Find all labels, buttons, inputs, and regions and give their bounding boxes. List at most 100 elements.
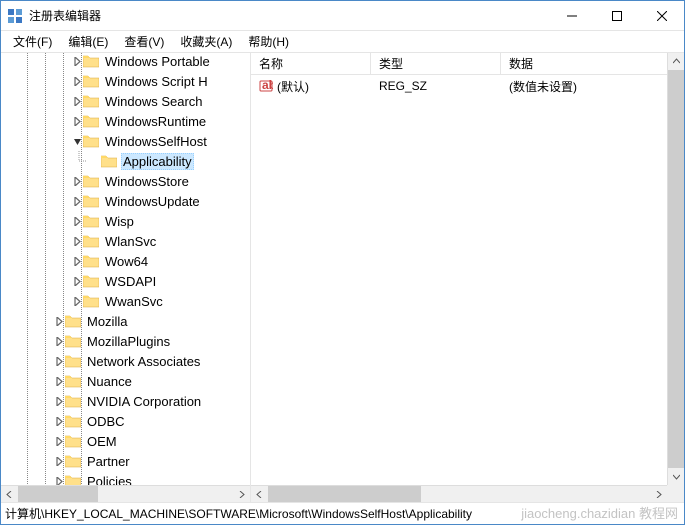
col-name[interactable]: 名称 — [251, 53, 371, 74]
tree-node[interactable]: Wisp — [1, 211, 212, 231]
scroll-right-button[interactable] — [650, 486, 667, 503]
menu-file[interactable]: 文件(F) — [5, 31, 60, 52]
expander-closed-icon[interactable] — [71, 235, 83, 247]
tree-node-label: Policies — [85, 474, 134, 486]
tree-node-label: WSDAPI — [103, 274, 158, 289]
scroll-corner — [667, 485, 684, 502]
tree-node[interactable]: WlanSvc — [1, 231, 212, 251]
svg-text:ab: ab — [262, 79, 273, 92]
expander-closed-icon[interactable] — [53, 475, 65, 485]
menu-help[interactable]: 帮助(H) — [240, 31, 297, 52]
folder-icon — [83, 294, 99, 308]
tree-node[interactable]: WSDAPI — [1, 271, 212, 291]
folder-icon — [83, 254, 99, 268]
chevron-right-icon — [655, 491, 662, 498]
folder-icon — [83, 274, 99, 288]
tree-node[interactable]: WwanSvc — [1, 291, 212, 311]
folder-icon — [83, 194, 99, 208]
titlebar: 注册表编辑器 — [1, 1, 684, 31]
tree-node[interactable]: WindowsStore — [1, 171, 212, 191]
tree-node[interactable]: Network Associates — [1, 351, 212, 371]
scroll-up-button[interactable] — [668, 53, 684, 70]
expander-closed-icon[interactable] — [53, 375, 65, 387]
close-button[interactable] — [639, 1, 684, 30]
scroll-left-button[interactable] — [1, 486, 18, 503]
folder-icon — [83, 174, 99, 188]
scroll-thumb-v[interactable] — [668, 70, 684, 468]
chevron-up-icon — [673, 58, 680, 65]
expander-open-icon[interactable] — [71, 135, 83, 147]
expander-closed-icon[interactable] — [71, 295, 83, 307]
folder-icon — [83, 234, 99, 248]
tree-node-label: WindowsStore — [103, 174, 191, 189]
chevron-right-icon — [238, 491, 245, 498]
tree-node-label: Applicability — [121, 153, 194, 170]
list-scroll-vertical[interactable] — [667, 53, 684, 485]
expander-closed-icon[interactable] — [71, 115, 83, 127]
expander-closed-icon[interactable] — [53, 435, 65, 447]
expander-closed-icon[interactable] — [71, 55, 83, 67]
tree-node-label: MozillaPlugins — [85, 334, 172, 349]
tree-node-label: Wisp — [103, 214, 136, 229]
chevron-left-icon — [256, 491, 263, 498]
tree-node[interactable]: Partner — [1, 451, 212, 471]
tree-node-label: WlanSvc — [103, 234, 158, 249]
app-icon — [7, 8, 23, 24]
maximize-button[interactable] — [594, 1, 639, 30]
expander-closed-icon[interactable] — [53, 395, 65, 407]
value-row[interactable]: ab(默认)REG_SZ(数值未设置) — [251, 77, 684, 95]
expander-closed-icon[interactable] — [71, 255, 83, 267]
tree-node[interactable]: Windows Script H — [1, 71, 212, 91]
registry-tree[interactable]: Windows PortableWindows Script HWindows … — [1, 53, 212, 485]
tree-node-label: NVIDIA Corporation — [85, 394, 203, 409]
expander-closed-icon[interactable] — [53, 415, 65, 427]
tree-node[interactable]: WindowsRuntime — [1, 111, 212, 131]
tree-node-label: Network Associates — [85, 354, 202, 369]
tree-node[interactable]: Mozilla — [1, 311, 212, 331]
scroll-thumb-h[interactable] — [18, 486, 98, 502]
col-data[interactable]: 数据 — [501, 53, 684, 74]
expander-closed-icon[interactable] — [71, 275, 83, 287]
tree-node-label: ODBC — [85, 414, 127, 429]
expander-closed-icon[interactable] — [71, 215, 83, 227]
tree-node[interactable]: MozillaPlugins — [1, 331, 212, 351]
expander-closed-icon[interactable] — [53, 335, 65, 347]
tree-node[interactable]: WindowsSelfHost — [1, 131, 212, 151]
scroll-down-button[interactable] — [668, 468, 684, 485]
expander-closed-icon[interactable] — [71, 195, 83, 207]
expander-closed-icon[interactable] — [53, 355, 65, 367]
menu-edit[interactable]: 编辑(E) — [60, 31, 116, 52]
menu-fav[interactable]: 收藏夹(A) — [172, 31, 240, 52]
chevron-left-icon — [6, 491, 13, 498]
tree-node[interactable]: WindowsUpdate — [1, 191, 212, 211]
expander-closed-icon[interactable] — [71, 75, 83, 87]
menu-view[interactable]: 查看(V) — [116, 31, 172, 52]
tree-node[interactable]: OEM — [1, 431, 212, 451]
tree-node[interactable]: NVIDIA Corporation — [1, 391, 212, 411]
expander-none — [89, 155, 101, 167]
scroll-thumb-h[interactable] — [268, 486, 421, 502]
menubar: 文件(F) 编辑(E) 查看(V) 收藏夹(A) 帮助(H) — [1, 31, 684, 53]
tree-node[interactable]: Windows Portable — [1, 53, 212, 71]
tree-node[interactable]: Nuance — [1, 371, 212, 391]
expander-closed-icon[interactable] — [53, 455, 65, 467]
expander-closed-icon[interactable] — [71, 95, 83, 107]
expander-closed-icon[interactable] — [53, 315, 65, 327]
col-type[interactable]: 类型 — [371, 53, 501, 74]
tree-scroll-horizontal[interactable] — [1, 485, 250, 502]
folder-icon — [83, 134, 99, 148]
tree-node[interactable]: Windows Search — [1, 91, 212, 111]
list-scroll-horizontal[interactable] — [251, 485, 667, 502]
tree-node-label: Mozilla — [85, 314, 129, 329]
scroll-left-button[interactable] — [251, 486, 268, 503]
folder-icon — [65, 434, 81, 448]
tree-node[interactable]: Policies — [1, 471, 212, 485]
folder-icon — [65, 354, 81, 368]
tree-node[interactable]: Applicability — [1, 151, 212, 171]
tree-node[interactable]: ODBC — [1, 411, 212, 431]
scroll-right-button[interactable] — [233, 486, 250, 503]
tree-node-label: WindowsRuntime — [103, 114, 208, 129]
tree-node[interactable]: Wow64 — [1, 251, 212, 271]
minimize-button[interactable] — [549, 1, 594, 30]
expander-closed-icon[interactable] — [71, 175, 83, 187]
